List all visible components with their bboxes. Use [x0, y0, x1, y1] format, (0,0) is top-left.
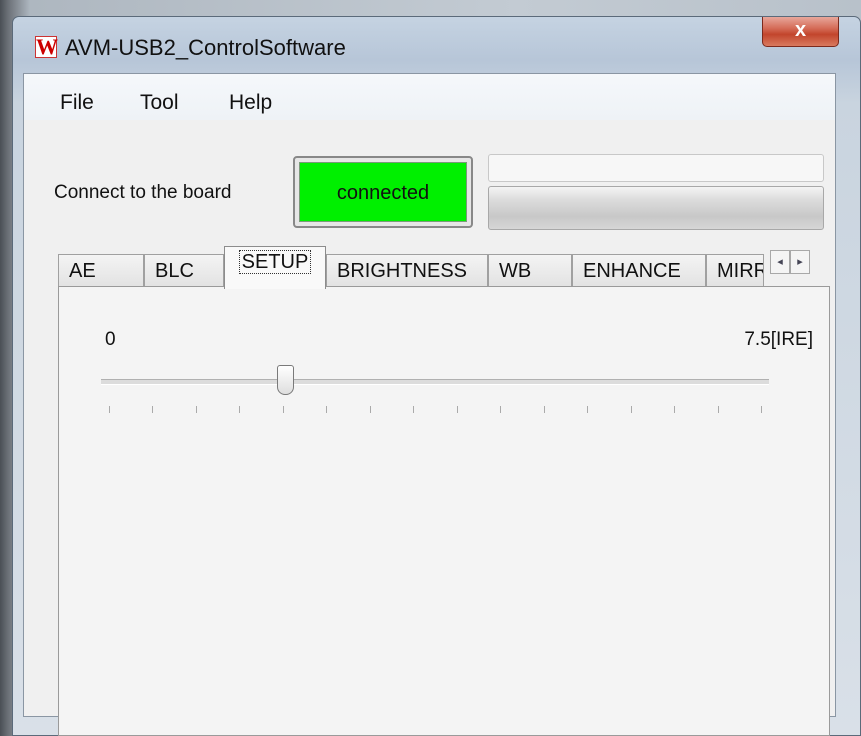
setup-tab-panel: 0 7.5[IRE]	[58, 286, 830, 736]
slider-tick	[674, 406, 676, 413]
slider-tick	[195, 406, 197, 413]
connection-status-indicator: connected	[299, 162, 467, 222]
slider-tick	[630, 406, 632, 413]
tab-enhance[interactable]: ENHANCE	[572, 254, 706, 287]
slider-tick	[717, 406, 719, 413]
tab-scroll-left-button[interactable]: ◂	[770, 250, 790, 274]
slider-tick	[152, 406, 154, 413]
app-logo-icon: W	[35, 34, 58, 59]
slider-max-label: 7.5[IRE]	[744, 329, 813, 350]
slider-tick	[587, 406, 589, 413]
slider-tick	[456, 406, 458, 413]
tab-scroll-right-button[interactable]: ▸	[790, 250, 810, 274]
connect-label: Connect to the board	[54, 182, 232, 203]
tab-strip: AE BLC SETUP BRIGHTNESS WB ENHANCE MIRR …	[58, 246, 828, 289]
slider-tick	[543, 406, 545, 413]
tab-mirror[interactable]: MIRR	[706, 254, 764, 287]
slider-tick	[239, 406, 241, 413]
tab-ae[interactable]: AE	[58, 254, 144, 287]
slider-tick	[413, 406, 415, 413]
tab-wb[interactable]: WB	[488, 254, 572, 287]
tab-setup-label: SETUP	[238, 250, 312, 274]
slider-tick	[326, 406, 328, 413]
menu-help[interactable]: Help	[229, 91, 272, 115]
slider-tick	[369, 406, 371, 413]
menu-bar: File Tool Help	[24, 74, 835, 120]
slider-tick	[282, 406, 284, 413]
close-button[interactable]: x	[762, 17, 839, 47]
chevron-right-icon: ▸	[797, 256, 803, 268]
status-text-field	[488, 154, 824, 182]
slider-min-label: 0	[105, 329, 116, 350]
connection-status-box[interactable]: connected	[293, 156, 473, 228]
progress-bar	[488, 186, 824, 230]
tab-blc[interactable]: BLC	[144, 254, 224, 287]
tab-setup[interactable]: SETUP	[224, 246, 326, 289]
close-icon: x	[794, 19, 807, 41]
menu-file[interactable]: File	[60, 91, 94, 115]
window-title: AVM-USB2_ControlSoftware	[65, 35, 346, 60]
menu-tool[interactable]: Tool	[140, 91, 179, 115]
title-bar[interactable]: W AVM-USB2_ControlSoftware x	[13, 17, 860, 73]
client-area: File Tool Help Connect to the board conn…	[23, 73, 836, 736]
tab-brightness[interactable]: BRIGHTNESS	[326, 254, 488, 287]
setup-slider-track[interactable]	[101, 379, 769, 385]
slider-tick	[500, 406, 502, 413]
setup-slider-thumb[interactable]	[277, 365, 295, 395]
slider-tick	[761, 406, 762, 413]
chevron-left-icon: ◂	[777, 256, 783, 268]
app-window: W AVM-USB2_ControlSoftware x File Tool H…	[12, 16, 861, 736]
slider-tick	[109, 406, 110, 413]
